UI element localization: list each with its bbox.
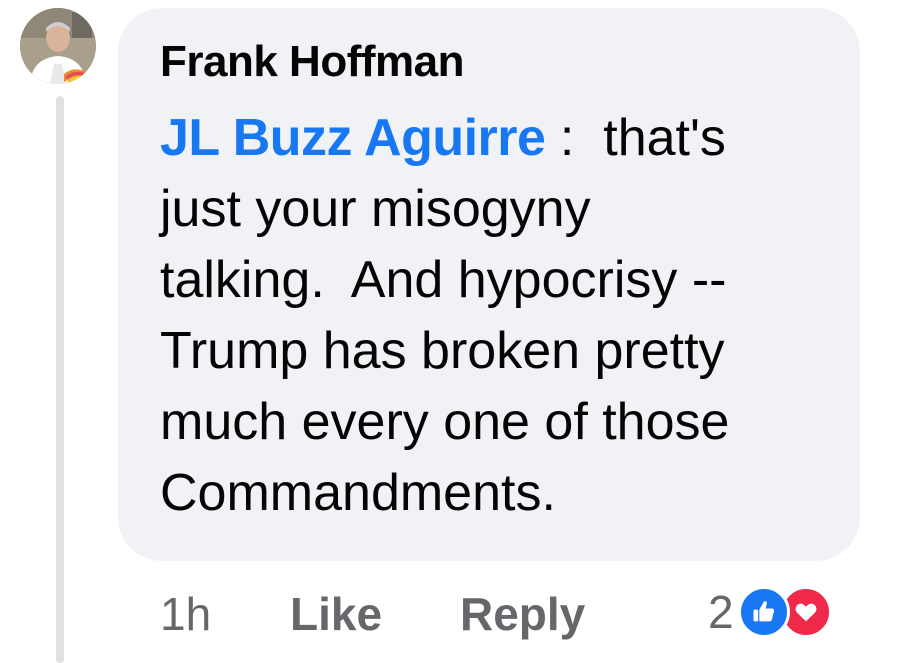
avatar-image — [20, 8, 96, 84]
thumbs-up-icon — [737, 586, 790, 638]
comment-line-4: Trump has broken pretty — [160, 322, 725, 380]
reply-button[interactable]: Reply — [460, 586, 585, 642]
comment-timestamp[interactable]: 1h — [160, 586, 211, 642]
comment-line-6: Commandments. — [160, 464, 556, 522]
avatar[interactable] — [20, 8, 96, 84]
comment-text: JL Buzz Aguirre : that's just your misogy… — [160, 103, 840, 529]
comment-thread: Frank Hoffman JL Buzz Aguirre : that's ju… — [0, 0, 901, 663]
reaction-count: 2 — [708, 586, 734, 638]
like-button[interactable]: Like — [290, 586, 382, 642]
comment-line-3: talking. And hypocrisy -- — [160, 251, 727, 309]
comment-line-2: just your misogyny — [160, 180, 591, 238]
comment-line-1: that's — [603, 109, 726, 167]
thread-connector-line — [56, 96, 64, 663]
mention-separator: : — [559, 109, 575, 167]
reactions-summary[interactable]: 2 — [708, 584, 832, 640]
comment-line-5: much every one of those — [160, 393, 730, 451]
mention-link[interactable]: JL Buzz Aguirre — [160, 109, 546, 167]
comment-author-name[interactable]: Frank Hoffman — [160, 36, 464, 88]
